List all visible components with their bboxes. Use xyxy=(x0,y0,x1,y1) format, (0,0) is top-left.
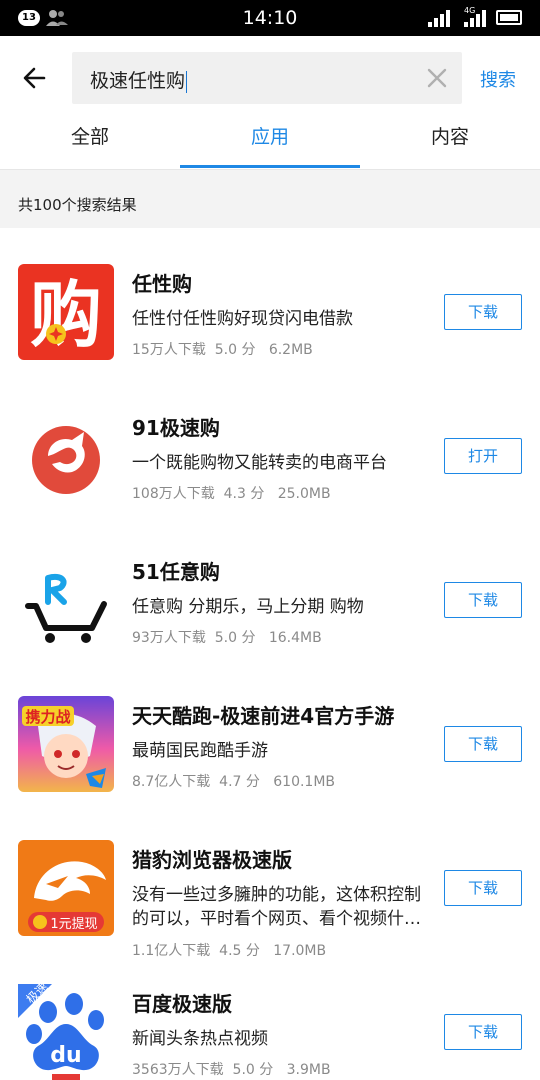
tab-content[interactable]: 内容 xyxy=(360,120,540,168)
app-description: 没有一些过多臃肿的功能，这体积控制的可以，平时看个网页、看个视频什么的都很流畅 xyxy=(132,885,421,929)
91sugou-app-icon xyxy=(18,408,114,504)
download-button[interactable]: 下载 xyxy=(444,726,522,762)
app-name: 天天酷跑-极速前进4官方手游 xyxy=(132,704,395,728)
signal-strength-icon xyxy=(428,10,450,27)
tab-all[interactable]: 全部 xyxy=(0,120,180,168)
game-badge-text: 携力战 xyxy=(25,708,70,726)
app-meta: 15万人下载 5.0 分 6.2MB xyxy=(132,342,313,358)
baidu-lite-app-icon: du 极速 xyxy=(18,984,114,1080)
app-meta: 3563万人下载 5.0 分 3.9MB xyxy=(132,1062,331,1078)
search-query-text: 极速任性购 xyxy=(90,70,188,93)
cheetah-browser-app-icon: 1元提现 xyxy=(18,840,114,936)
app-description: 最萌国民跑酷手游 xyxy=(132,741,268,761)
back-arrow-icon[interactable] xyxy=(16,58,56,98)
app-name: 任性购 xyxy=(132,272,192,296)
cheetah-promo-text: 1元提现 xyxy=(50,916,97,932)
baidu-logo-text: du xyxy=(50,1043,81,1068)
list-item[interactable]: 购 任性购 任性付任性购好现贷闪电借款 15万人下载 5.0 分 6.2MB 下… xyxy=(0,228,540,372)
battery-icon xyxy=(496,10,522,25)
open-button[interactable]: 打开 xyxy=(444,438,522,474)
search-header: 极速任性购 搜索 xyxy=(0,36,540,120)
list-item[interactable]: 1元提现 猎豹浏览器极速版 没有一些过多臃肿的功能，这体积控制的可以，平时看个网… xyxy=(0,804,540,959)
list-item[interactable]: 91极速购 一个既能购物又能转卖的电商平台 108万人下载 4.3 分 25.0… xyxy=(0,372,540,516)
renxinggou-icon-glyph: 购 xyxy=(30,273,102,357)
download-button[interactable]: 下载 xyxy=(444,294,522,330)
list-item[interactable]: 51任意购 任意购 分期乐，马上分期 购物 93万人下载 5.0 分 16.4M… xyxy=(0,516,540,660)
app-description: 任性付任性购好现贷闪电借款 xyxy=(132,309,353,329)
renxinggou-app-icon: 购 xyxy=(18,264,114,360)
status-bar: 13 14:10 4G xyxy=(0,0,540,36)
app-description: 新闻头条热点视频 xyxy=(132,1029,268,1049)
search-input[interactable]: 极速任性购 xyxy=(72,52,462,104)
list-item[interactable]: du 极速 百度极速版 新闻头条热点视频 3563万人下载 5.0 分 3.9M… xyxy=(0,948,540,1080)
app-name: 猎豹浏览器极速版 xyxy=(132,848,292,872)
app-meta: 93万人下载 5.0 分 16.4MB xyxy=(132,630,322,646)
result-count-bar: 共100个搜索结果 xyxy=(0,170,540,228)
download-button[interactable]: 下载 xyxy=(444,870,522,906)
tab-apps[interactable]: 应用 xyxy=(180,120,360,168)
search-button[interactable]: 搜索 xyxy=(480,66,516,92)
app-name: 91极速购 xyxy=(132,416,220,440)
clock: 14:10 xyxy=(242,7,298,29)
app-description: 一个既能购物又能转卖的电商平台 xyxy=(132,453,387,473)
app-name: 百度极速版 xyxy=(132,992,232,1016)
app-meta: 108万人下载 4.3 分 25.0MB xyxy=(132,486,331,502)
app-meta: 8.7亿人下载 4.7 分 610.1MB xyxy=(132,774,336,790)
tiantiankupao-app-icon: 携力战 xyxy=(18,696,114,792)
active-tab-indicator xyxy=(180,165,360,168)
clear-icon[interactable] xyxy=(426,67,448,89)
tab-bar: 全部 应用 内容 xyxy=(0,120,540,170)
result-count: 共100个搜索结果 xyxy=(18,196,137,214)
download-button[interactable]: 下载 xyxy=(444,582,522,618)
download-button[interactable]: 下载 xyxy=(444,1014,522,1050)
list-item[interactable]: 携力战 天天酷跑-极速前进4官方手游 最萌国民跑酷手游 8.7亿人下载 4.7 … xyxy=(0,660,540,804)
app-description: 任意购 分期乐，马上分期 购物 xyxy=(132,597,364,617)
signal-strength-icon xyxy=(464,10,486,27)
51renyigou-app-icon xyxy=(18,552,114,648)
app-name: 51任意购 xyxy=(132,560,220,584)
